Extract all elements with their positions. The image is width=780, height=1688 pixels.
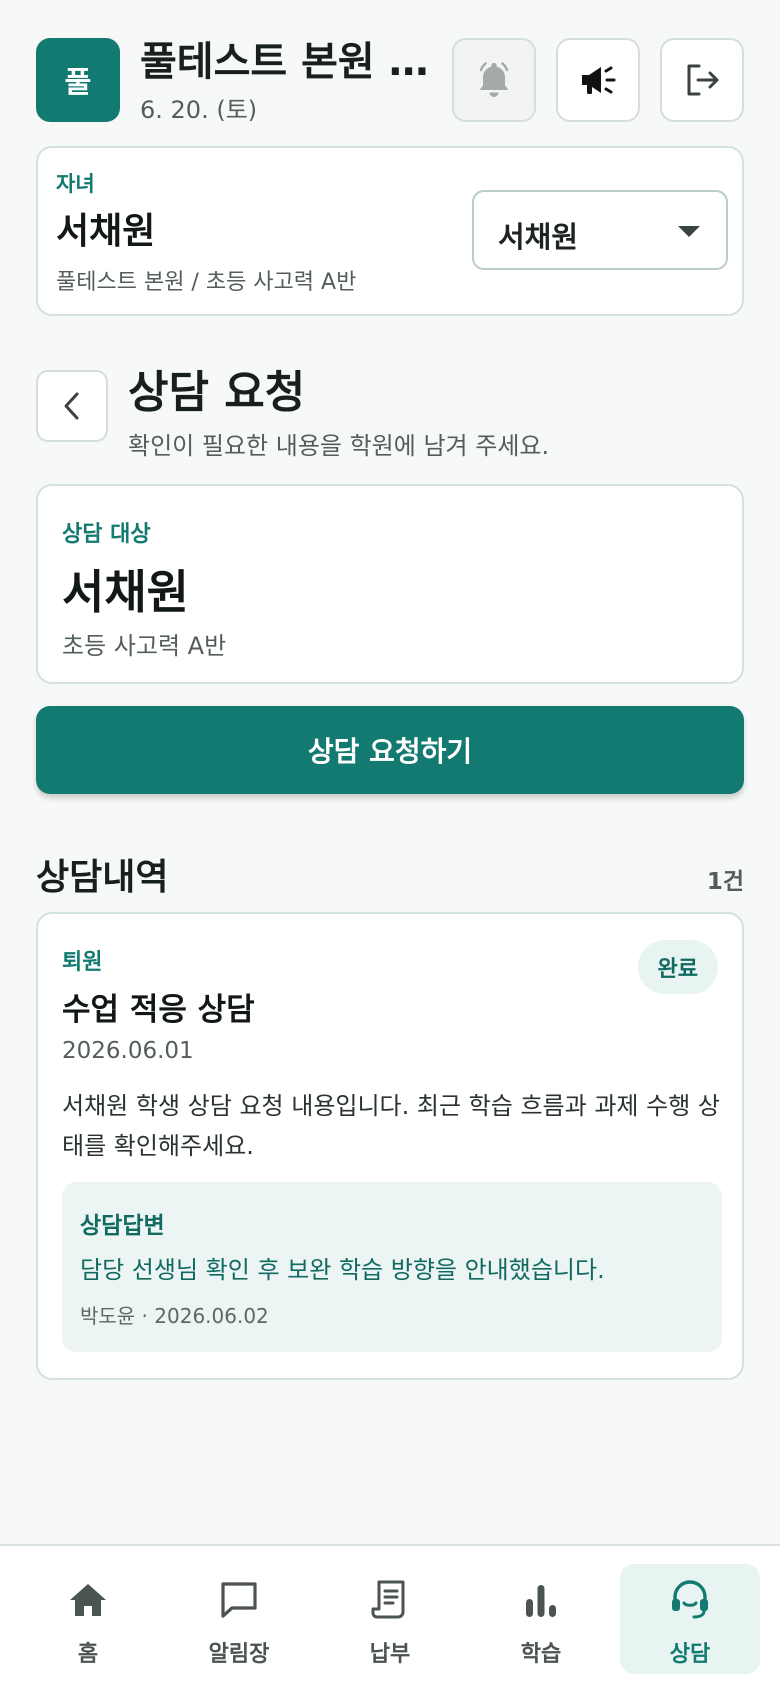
consultation-target-card: 상담 대상 서채원 초등 사고력 A반 (36, 484, 744, 684)
nav-label: 홈 (77, 1642, 99, 1667)
bell-icon (479, 62, 509, 97)
consultation-page: 풀 풀테스트 본원 학원 6. 20. (토) 자녀 서채원 풀테스트 본원 /… (0, 0, 780, 1688)
history-item-title: 수업 적응 상담 (62, 992, 255, 1028)
child-card: 자녀 서채원 풀테스트 본원 / 초등 사고력 A반 서채원 (36, 146, 744, 316)
nav-label: 학습 (520, 1642, 562, 1667)
answer-meta: 박도윤 · 2026.06.02 (80, 1304, 269, 1328)
request-consultation-button[interactable]: 상담 요청하기 (36, 706, 744, 794)
page-title: 상담 요청 (128, 367, 306, 418)
status-badge: 완료 (637, 940, 718, 994)
back-button[interactable] (36, 370, 108, 442)
page-subtitle: 확인이 필요한 내용을 학원에 남겨 주세요. (128, 432, 550, 460)
history-item-date: 2026.06.01 (62, 1038, 194, 1064)
history-item[interactable]: 퇴원 완료 수업 적응 상담 2026.06.01 서채원 학생 상담 요청 내… (36, 912, 744, 1380)
bottom-nav: 홈 알림장 납부 학습 상담 (0, 1544, 780, 1688)
answer-text: 담당 선생님 확인 후 보완 학습 방향을 안내했습니다. (80, 1256, 605, 1284)
child-name: 서채원 (56, 211, 156, 252)
nav-label: 상담 (669, 1642, 711, 1667)
nav-item-learning[interactable]: 학습 (471, 1564, 611, 1674)
megaphone-icon (582, 66, 616, 94)
nav-item-notice[interactable]: 알림장 (169, 1564, 309, 1674)
notifications-button[interactable] (452, 38, 536, 122)
logout-button[interactable] (660, 38, 744, 122)
child-select-value: 서채원 (498, 220, 579, 254)
history-count: 1건 (706, 869, 744, 895)
bar-chart-icon (519, 1578, 563, 1622)
header-date: 6. 20. (토) (140, 96, 258, 124)
child-class-info: 풀테스트 본원 / 초등 사고력 A반 (56, 270, 357, 295)
history-item-body: 서채원 학생 상담 요청 내용입니다. 최근 학습 흐름과 과제 수행 상태를 … (62, 1092, 720, 1160)
academy-logo: 풀 (36, 38, 120, 122)
chat-icon (217, 1578, 261, 1622)
child-label: 자녀 (56, 172, 95, 196)
nav-item-home[interactable]: 홈 (18, 1564, 158, 1674)
history-category: 퇴원 (62, 950, 103, 975)
receipt-icon (368, 1578, 412, 1622)
child-select[interactable]: 서채원 (472, 190, 728, 270)
target-label: 상담 대상 (62, 522, 151, 547)
nav-item-payment[interactable]: 납부 (320, 1564, 460, 1674)
chevron-down-icon (678, 226, 700, 237)
nav-label: 납부 (369, 1642, 411, 1667)
answer-box: 상담답변 담당 선생님 확인 후 보완 학습 방향을 안내했습니다. 박도윤 ·… (62, 1182, 722, 1352)
nav-label: 알림장 (208, 1642, 270, 1667)
app-header: 풀 풀테스트 본원 학원 6. 20. (토) (36, 38, 744, 124)
home-icon (66, 1578, 110, 1622)
history-title: 상담내역 (36, 857, 169, 898)
target-class: 초등 사고력 A반 (62, 632, 227, 660)
logout-icon (687, 64, 719, 96)
academy-name: 풀테스트 본원 학원 (140, 39, 460, 85)
announcements-button[interactable] (556, 38, 640, 122)
nav-item-consult[interactable]: 상담 (620, 1564, 760, 1674)
answer-label: 상담답변 (80, 1213, 165, 1239)
target-name: 서채원 (62, 565, 189, 619)
headset-icon (668, 1578, 712, 1622)
chevron-left-icon (64, 392, 79, 420)
